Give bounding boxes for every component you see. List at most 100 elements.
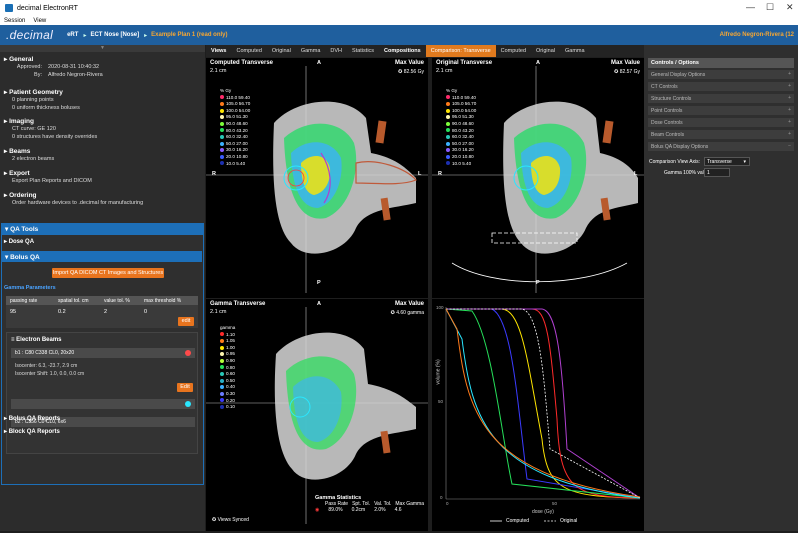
legend-row[interactable]: 90.0 48.60 xyxy=(220,121,250,128)
dose-qa-item[interactable]: ▸ Dose QA xyxy=(4,238,34,245)
table-row[interactable]: 95 0.2 2 0 xyxy=(6,307,198,316)
legend-row[interactable]: 1.05 xyxy=(220,338,235,345)
close-button[interactable]: ✕ xyxy=(786,2,794,13)
bolus-qa-header[interactable]: ▾ Bolus QA xyxy=(1,251,202,262)
legend-row[interactable]: 95.0 51.30 xyxy=(220,114,250,121)
legend-row[interactable]: 110.0 59.40 xyxy=(220,95,250,102)
tab-compositions[interactable]: Compositions xyxy=(379,45,426,57)
legend-row[interactable]: 95.0 51.30 xyxy=(446,114,476,121)
legend-row[interactable]: 0.60 xyxy=(220,371,235,378)
section-export[interactable]: ▸ Export Export Plan Reports and DICOM xyxy=(4,169,199,185)
axis-select[interactable]: Transverse ▾ xyxy=(704,157,750,166)
qa-tools-header[interactable]: ▾ QA Tools xyxy=(1,223,204,234)
legend-row[interactable]: 0.50 xyxy=(220,378,235,385)
legend-value: 0.50 xyxy=(226,377,235,383)
bolus-qa-reports-item[interactable]: ▸ Bolus QA Reports xyxy=(4,415,60,422)
gamma-legend: gamma 1.10 1.05 1.00 0.95 0.90 0.80 0.60 0.50 0.4… xyxy=(220,325,235,411)
legend-row[interactable]: 1.10 xyxy=(220,332,235,339)
tab-original[interactable]: Original xyxy=(267,45,296,57)
tab-dvh[interactable]: DVH xyxy=(325,45,347,57)
col-passing-rate[interactable]: passing rate xyxy=(6,298,58,304)
legend-row[interactable]: 0.30 xyxy=(220,391,235,398)
views-synced[interactable]: ✪ Views Synced xyxy=(212,517,249,523)
tab-gamma-2[interactable]: Gamma xyxy=(560,45,590,57)
maximize-button[interactable]: ☐ xyxy=(766,2,774,13)
legend-row[interactable]: 105.0 56.70 xyxy=(220,101,250,108)
section-patient-geometry[interactable]: ▸ Patient Geometry 0 planning points 0 u… xyxy=(4,88,199,112)
legend-row[interactable]: 0.80 xyxy=(220,365,235,372)
dose-controls[interactable]: Dose Controls + xyxy=(648,118,794,128)
item-label: Point Controls xyxy=(651,108,683,114)
legend-row[interactable]: 80.0 43.20 xyxy=(220,128,250,135)
beam-controls[interactable]: Beam Controls + xyxy=(648,130,794,140)
menu-session[interactable]: Session xyxy=(4,18,25,24)
legend-row[interactable]: 110.0 59.40 xyxy=(446,95,476,102)
edit-beam-button[interactable]: Edit xyxy=(177,383,193,392)
legend-row[interactable]: 50.0 27.00 xyxy=(446,141,476,148)
decimal-logo[interactable]: .decimal xyxy=(6,28,53,42)
tab-statistics[interactable]: Statistics xyxy=(347,45,379,57)
dvh-ytick: 0 xyxy=(440,495,443,500)
legend-row[interactable]: 0.10 xyxy=(220,404,235,411)
section-ordering[interactable]: ▸ Ordering Order hardware devices to .de… xyxy=(4,191,199,207)
tab-computed[interactable]: Computed xyxy=(232,45,267,57)
collapse-handle-icon[interactable]: ▼ xyxy=(0,45,205,52)
col-value-tol[interactable]: value tol. % xyxy=(104,298,144,304)
legend-row[interactable]: 100.0 54.00 xyxy=(220,108,250,115)
tab-comparison-transverse[interactable]: Comparison: Transverse xyxy=(425,45,496,57)
gamma-value-input[interactable]: 1 xyxy=(704,168,730,177)
col-spatial-tol[interactable]: spatial tol. cm xyxy=(58,298,104,304)
computed-transverse-viewer[interactable]: Computed Transverse 2.1 cm Max Value ✪ 8… xyxy=(206,58,428,298)
beam-b1-footer[interactable] xyxy=(11,399,195,409)
user-name[interactable]: Alfredo Negron-Rivera (12 xyxy=(720,32,794,38)
original-transverse-viewer[interactable]: Original Transverse 2.1 cm Max Value ✪ 8… xyxy=(432,58,644,298)
legend-row[interactable]: 0.40 xyxy=(220,384,235,391)
tab-original-2[interactable]: Original xyxy=(531,45,560,57)
legend-row[interactable]: 0.95 xyxy=(220,351,235,358)
col-max-threshold[interactable]: max threshold % xyxy=(144,298,198,304)
legend-row[interactable]: 0.90 xyxy=(220,358,235,365)
max-value: ✪ 4.60 gamma xyxy=(391,310,424,316)
cell-max-threshold: 0 xyxy=(144,308,148,315)
edit-gamma-button[interactable]: edit xyxy=(178,317,194,326)
dvh-plot[interactable]: 100 50 0 0 50 volume (%) dose (Gy) Compu… xyxy=(432,299,644,531)
menu-view[interactable]: View xyxy=(33,18,46,24)
general-display-options[interactable]: General Display Options + xyxy=(648,70,794,80)
color-swatch-icon xyxy=(446,101,450,106)
legend-row[interactable]: 30.0 16.20 xyxy=(446,147,476,154)
legend-row[interactable]: 60.0 32.40 xyxy=(220,134,250,141)
legend-row[interactable]: 1.00 xyxy=(220,345,235,352)
dvh-xtick: 0 xyxy=(446,501,449,506)
section-imaging[interactable]: ▸ Imaging CT curve: GE 120 0 structures … xyxy=(4,117,199,141)
dvh-xlabel: dose (Gy) xyxy=(532,509,554,515)
legend-row[interactable]: 105.0 56.70 xyxy=(446,101,476,108)
minimize-button[interactable]: — xyxy=(746,2,755,12)
tab-computed-2[interactable]: Computed xyxy=(496,45,531,57)
beam-b1-row[interactable]: b1 : C80 C338 CL0, 20x20 xyxy=(11,348,195,358)
tab-views[interactable]: Views xyxy=(206,45,232,57)
point-controls[interactable]: Point Controls + xyxy=(648,106,794,116)
block-qa-reports-item[interactable]: ▸ Block QA Reports xyxy=(4,428,60,435)
legend-row[interactable]: 10.0 5.40 xyxy=(446,161,476,168)
legend-row[interactable]: 30.0 16.20 xyxy=(220,147,250,154)
legend-row[interactable]: 0.20 xyxy=(220,398,235,405)
legend-row[interactable]: 100.0 54.00 xyxy=(446,108,476,115)
breadcrumb-ert[interactable]: eRT xyxy=(67,32,78,38)
legend-row[interactable]: 50.0 27.00 xyxy=(220,141,250,148)
breadcrumb-plan[interactable]: Example Plan 1 (read only) xyxy=(151,32,227,38)
ct-controls[interactable]: CT Controls + xyxy=(648,82,794,92)
bolus-qa-display-options[interactable]: Bolus QA Display Options − xyxy=(648,142,794,152)
section-general[interactable]: ▸ General Approved: 2020-08-31 10:40:32 B… xyxy=(4,55,199,79)
slice-position: 2.1 cm xyxy=(210,68,227,74)
legend-row[interactable]: 90.0 48.60 xyxy=(446,121,476,128)
section-beams[interactable]: ▸ Beams 2 electron beams xyxy=(4,147,199,163)
structure-controls[interactable]: Structure Controls + xyxy=(648,94,794,104)
legend-row[interactable]: 20.0 10.80 xyxy=(446,154,476,161)
legend-row[interactable]: 20.0 10.80 xyxy=(220,154,250,161)
legend-row[interactable]: 10.0 5.40 xyxy=(220,161,250,168)
import-qa-button[interactable]: Import QA DICOM CT Images and Structures xyxy=(52,268,164,278)
tab-gamma[interactable]: Gamma xyxy=(296,45,326,57)
legend-row[interactable]: 60.0 32.40 xyxy=(446,134,476,141)
legend-row[interactable]: 80.0 43.20 xyxy=(446,128,476,135)
breadcrumb-patient[interactable]: ECT Nose [Nose] xyxy=(90,32,139,38)
